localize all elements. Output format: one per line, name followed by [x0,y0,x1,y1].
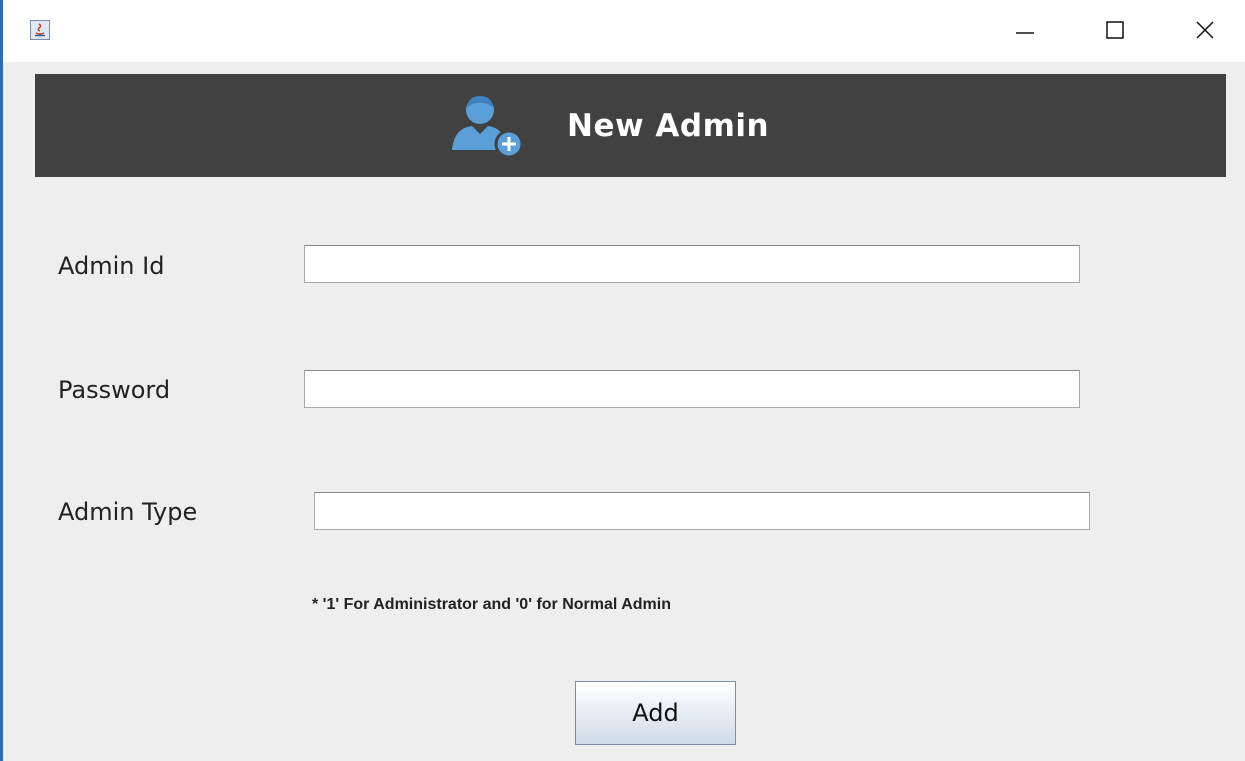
java-app-icon[interactable] [30,20,50,40]
maximize-button[interactable] [1095,10,1135,50]
add-button[interactable]: Add [575,681,736,745]
window: New Admin Admin Id Password Admin Type *… [0,0,1245,761]
minimize-button[interactable] [1005,10,1045,50]
page-title: New Admin [567,108,770,144]
title-bar[interactable] [3,0,1245,62]
window-left-border [0,0,3,761]
password-input[interactable] [304,370,1080,408]
minimize-icon [1016,32,1034,34]
close-button[interactable] [1185,10,1225,50]
password-label: Password [58,376,171,404]
user-add-icon [450,92,530,162]
close-icon [1196,21,1214,39]
maximize-icon [1106,21,1124,39]
admin-type-label: Admin Type [58,498,198,526]
admin-type-input[interactable] [314,492,1090,530]
admin-type-hint: * '1' For Administrator and '0' for Norm… [312,596,671,613]
admin-id-label: Admin Id [58,252,165,280]
header-banner: New Admin [35,74,1226,177]
admin-id-input[interactable] [304,245,1080,283]
